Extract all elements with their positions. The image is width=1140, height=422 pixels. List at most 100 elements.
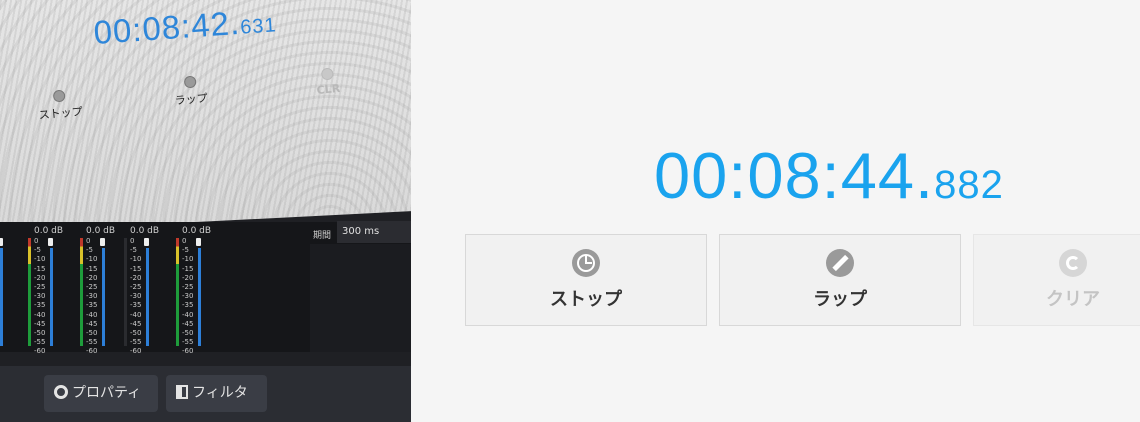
level-meter (80, 238, 83, 346)
meter-tick-label: -15 (34, 264, 46, 273)
meter-tick-label: -35 (182, 301, 194, 310)
meter-tick-label: -15 (182, 264, 194, 273)
preview-stop-button: ストップ (37, 88, 84, 123)
lap-label: ラップ (813, 289, 867, 310)
volume-slider-track[interactable] (102, 248, 105, 346)
meter-tick-label: -5 (130, 246, 137, 255)
meter-tick-label: -55 (130, 338, 142, 347)
meter-tick-label: -40 (34, 310, 46, 319)
clock-icon (572, 249, 600, 277)
mixer-empty-area (310, 244, 411, 352)
meter-tick-label: -20 (86, 273, 98, 282)
meter-tick-label: -10 (130, 255, 142, 264)
filter-button[interactable]: フィルタ (166, 375, 267, 412)
volume-slider-track[interactable] (50, 248, 53, 346)
meter-tick-label: -25 (130, 283, 142, 292)
meter-tick-label: -30 (86, 292, 98, 301)
obs-toolbar: プロパティ フィルタ (0, 366, 411, 422)
refresh-icon (320, 67, 334, 81)
obs-preview: 00:08:42.631 ストップ ラップ CLR (0, 0, 411, 232)
properties-label: プロパティ (72, 385, 142, 401)
preview-clear-button: CLR (315, 67, 341, 97)
clear-label: クリア (1046, 289, 1100, 310)
meter-tick-label: -10 (182, 255, 194, 264)
stop-label: ストップ (550, 289, 622, 310)
lap-button[interactable]: ラップ (719, 234, 961, 326)
meter-tick-label: -10 (34, 255, 46, 264)
meter-tick-label: 0 (34, 237, 39, 245)
volume-slider-handle[interactable] (48, 238, 53, 246)
meter-scale: 0 -5 -10 -15 -20 -25 -30 -35 -40 -45 -50 -55 -60 (34, 237, 45, 357)
refresh-icon (1059, 249, 1087, 277)
period-label: 期間 (313, 231, 332, 241)
volume-slider-handle[interactable] (100, 238, 105, 246)
volume-slider-track[interactable] (146, 248, 149, 346)
meter-tick-label: -55 (34, 338, 46, 347)
meter-tick-label: -5 (182, 246, 189, 255)
meter-tick-label: -35 (34, 301, 46, 310)
meter-tick-label: -25 (34, 283, 46, 292)
period-field[interactable]: 300 ms (337, 221, 411, 243)
meter-tick-label: -35 (130, 301, 142, 310)
meter-tick-label: -40 (182, 310, 194, 319)
volume-slider-track[interactable] (198, 248, 201, 346)
time-milliseconds: 882 (934, 163, 1004, 207)
meter-tick-label: -60 (86, 347, 98, 356)
meter-tick-label: -20 (182, 273, 194, 282)
stop-button[interactable]: ストップ (465, 234, 707, 326)
meter-tick-label: 0 (130, 237, 135, 245)
stopwatch-panel: 00:08:44.882 ストップ ラップ クリア (411, 0, 1140, 422)
meter-tick-label: -60 (34, 347, 46, 356)
meter-tick-label: -45 (86, 319, 98, 328)
time-main: 00:08:44. (654, 139, 935, 212)
meter-tick-label: -40 (130, 310, 142, 319)
preview-lap-label: ラップ (174, 91, 209, 108)
preview-lap-button: ラップ (173, 75, 209, 109)
volume-slider-handle[interactable] (144, 238, 149, 246)
meter-tick-label: -45 (34, 319, 46, 328)
mixer-db-readout: 0.0 dB (182, 226, 212, 236)
meter-tick-label: -30 (130, 292, 142, 301)
audio-mixer: 0-5-10-15-20-25-30-35-40-45-50-55-600.0 … (0, 221, 411, 355)
obs-panel: 00:08:42.631 ストップ ラップ CLR 0-5-10-15-20-2… (0, 0, 411, 422)
mixer-db-readout: 0.0 dB (86, 226, 116, 236)
pencil-icon (826, 249, 854, 277)
stopwatch-time: 00:08:44.882 (654, 137, 1004, 224)
mixer-channel: 0.0 dB 0 -5 -10 -15 -20 -25 -30 -35 -40 -45 -50 -55-… (176, 222, 226, 355)
meter-tick-label: -50 (130, 329, 142, 338)
mixer-channel: 0-5-10-15-20-25-30-35-40-45-50-55-60 (0, 222, 28, 352)
preview-stop-label: ストップ (38, 105, 84, 122)
meter-tick-label: -5 (86, 246, 93, 255)
meter-tick-label: -60 (182, 347, 194, 356)
clear-button[interactable]: クリア (973, 234, 1140, 326)
meter-tick-label: -25 (86, 283, 98, 292)
meter-tick-label: -55 (182, 338, 194, 347)
filter-label: フィルタ (192, 385, 248, 401)
meter-tick-label: -50 (34, 329, 46, 338)
preview-stopwatch-time: 00:08:42.631 (92, 3, 278, 52)
meter-tick-label: 0 (86, 237, 91, 245)
meter-tick-label: -50 (86, 329, 98, 338)
meter-tick-label: -30 (34, 292, 46, 301)
mixer-db-readout: 0.0 dB (130, 226, 160, 236)
meter-tick-label: -35 (86, 301, 98, 310)
meter-tick-label: -25 (182, 283, 194, 292)
meter-tick-label: -40 (86, 310, 98, 319)
meter-tick-label: -60 (130, 347, 142, 356)
clock-icon (52, 89, 66, 103)
meter-tick-label: -45 (182, 319, 194, 328)
preview-clear-label: CLR (316, 81, 341, 97)
meter-tick-label: -45 (130, 319, 142, 328)
meter-tick-label: -15 (86, 264, 98, 273)
volume-slider-track[interactable] (0, 248, 3, 346)
meter-tick-label: -55 (86, 338, 98, 347)
properties-button[interactable]: プロパティ (44, 375, 158, 412)
level-meter (124, 238, 127, 346)
meter-tick-label: -15 (130, 264, 142, 273)
volume-slider-handle[interactable] (0, 238, 3, 246)
meter-tick-label: 0 (182, 237, 187, 245)
volume-slider-handle[interactable] (196, 238, 201, 246)
meter-tick-label: -30 (182, 292, 194, 301)
pencil-icon (183, 75, 197, 89)
mixer-channel: 0.0 dB 0 -5 -10 -15 -20 -25 -30 -35 -40 -45 -50 -55-… (28, 222, 78, 355)
